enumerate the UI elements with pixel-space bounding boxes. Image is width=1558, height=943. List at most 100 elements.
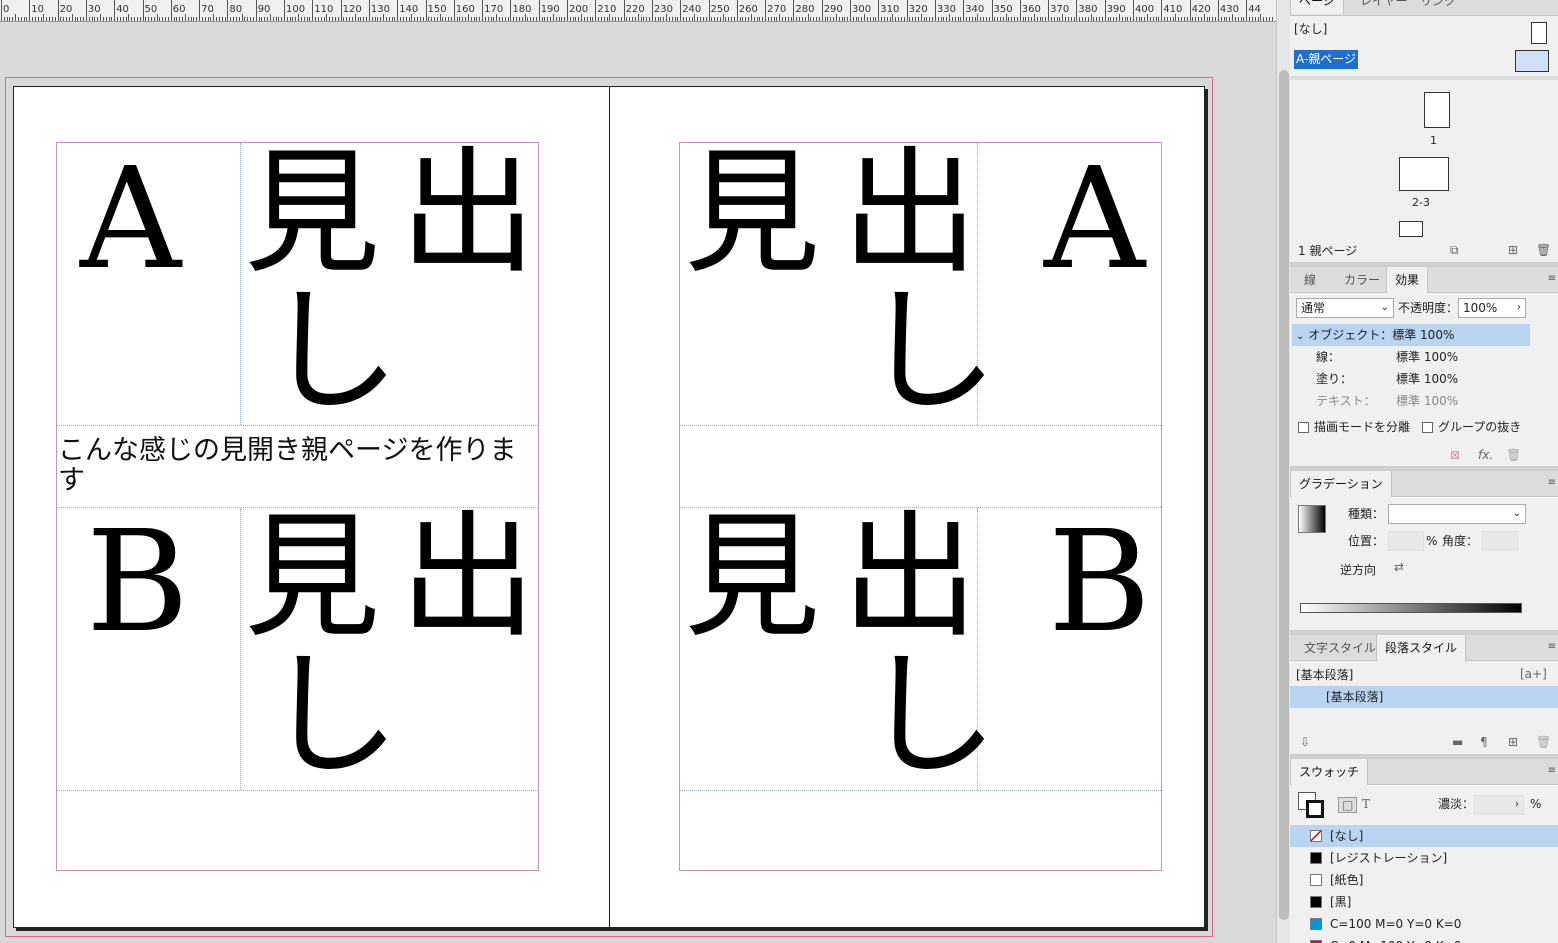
heading-char[interactable]: 出 [400, 146, 536, 282]
letter-a-frame[interactable]: A [80, 150, 181, 290]
panel-menu-icon[interactable]: ≡ [1548, 765, 1556, 776]
style-shortcut-icon[interactable]: [a+] [1520, 667, 1547, 681]
heading-char[interactable]: 出 [400, 510, 536, 646]
heading-char[interactable]: し [862, 284, 998, 420]
horizontal-ruler[interactable]: 0 10 20 30 40 50 60 70 80 90 100 110 120 130 140 150 160… [0, 0, 1276, 22]
reverse-gradient-icon[interactable]: ⇄ [1394, 560, 1404, 574]
heading-char[interactable]: し [862, 648, 998, 784]
swatch-item[interactable]: C=100 M=0 Y=0 K=0 [1290, 913, 1558, 935]
heading-char[interactable]: 見 [244, 146, 380, 282]
create-new-page-icon[interactable]: ⊞ [1508, 243, 1518, 257]
gradient-ramp[interactable] [1300, 603, 1522, 613]
ruler-minor-tick [691, 17, 693, 21]
new-style-group-icon[interactable]: ▬ [1452, 735, 1463, 749]
style-list-item[interactable]: [基本段落] [1290, 686, 1558, 708]
fx-icon[interactable]: fx. [1478, 448, 1493, 462]
effect-row-text[interactable]: テキスト： 標準 100% [1292, 390, 1530, 412]
heading-char[interactable]: し [264, 648, 400, 784]
panel-menu-icon[interactable]: ≡ [1548, 641, 1556, 652]
vertical-scrollbar[interactable] [1276, 0, 1290, 943]
effect-row-value: 標準 100% [1396, 372, 1459, 386]
ruler-minor-tick [997, 17, 999, 21]
parent-page-item[interactable]: A-親ページ [1294, 50, 1359, 69]
clear-overrides-icon[interactable]: ¶ [1480, 735, 1488, 749]
clear-effects-icon[interactable]: ⊠ [1450, 448, 1460, 462]
tab-swatches[interactable]: スウォッチ [1290, 759, 1369, 785]
knockout-group-checkbox[interactable] [1422, 422, 1433, 433]
load-styles-icon[interactable]: ⇩ [1300, 735, 1310, 749]
heading-char[interactable]: 出 [842, 146, 978, 282]
letter-b-frame[interactable]: B [86, 513, 189, 653]
swatch-item[interactable]: [レジストレーション] [1290, 847, 1558, 869]
tab-links[interactable]: リンク [1412, 0, 1464, 14]
effect-row-object[interactable]: ⌄ オブジェクト：標準 100% [1292, 324, 1530, 346]
ruler-minor-tick [91, 17, 93, 21]
ruler-label: 140 [399, 4, 419, 15]
note-text-line[interactable]: こんな感じの見開き親ページを作りま [58, 437, 516, 465]
heading-char[interactable]: 見 [684, 510, 820, 646]
heading-char[interactable]: し [264, 284, 400, 420]
parent-none-item[interactable]: [なし] [1294, 18, 1384, 40]
tab-layers[interactable]: レイヤー [1352, 0, 1416, 14]
delete-style-icon[interactable]: 🗑 [1536, 735, 1551, 749]
ruler-minor-tick [1149, 17, 1151, 21]
tab-paragraph-styles[interactable]: 段落スタイル [1376, 635, 1467, 661]
edit-page-size-icon[interactable]: ⧉ [1450, 243, 1459, 258]
letter-b-frame[interactable]: B [1048, 513, 1151, 653]
effect-row-fill[interactable]: 塗り： 標準 100% [1292, 368, 1530, 390]
scrollbar-thumb[interactable] [1279, 70, 1289, 920]
letter-a-frame[interactable]: A [1044, 150, 1145, 290]
ruler-major-tick [1133, 0, 1134, 21]
panel-menu-icon[interactable]: ≡ [1548, 477, 1556, 488]
ruler-minor-tick [555, 17, 557, 21]
ruler-major-tick [85, 0, 87, 21]
blend-mode-select[interactable]: 通常 ⌄ [1296, 298, 1394, 318]
page-2-3-thumbnail[interactable] [1399, 157, 1449, 191]
gradient-preview-swatch[interactable] [1298, 505, 1326, 533]
formatting-container-icon[interactable]: □ [1338, 797, 1358, 813]
swatch-item[interactable]: [紙色] [1290, 869, 1558, 891]
ruler-minor-tick [94, 17, 96, 21]
swatch-item[interactable]: C=0 M=100 Y=0 K=0 [1290, 935, 1558, 943]
ruler-minor-tick [366, 17, 368, 21]
note-text-line[interactable]: す [58, 467, 85, 495]
isolate-blending-checkbox[interactable] [1298, 422, 1309, 433]
tab-effects[interactable]: 効果 [1386, 267, 1429, 293]
tab-stroke[interactable]: 線 [1296, 267, 1324, 293]
effect-row-value: 標準 100% [1392, 328, 1455, 342]
gradient-type-select[interactable]: ⌄ [1388, 504, 1526, 524]
delete-effect-icon[interactable]: 🗑 [1506, 448, 1521, 462]
gradient-angle-input[interactable] [1482, 531, 1518, 551]
swatch-item[interactable]: [黒] [1290, 891, 1558, 913]
parent-page-thumbnail[interactable] [1515, 50, 1549, 72]
panel-menu-icon[interactable]: ≡ [1548, 273, 1556, 284]
heading-char[interactable]: 見 [684, 146, 820, 282]
formatting-text-icon[interactable]: T [1362, 797, 1370, 811]
ruler-minor-tick [343, 17, 345, 21]
fill-stroke-proxy-icon[interactable] [1298, 792, 1324, 818]
tab-character-styles[interactable]: 文字スタイル [1296, 635, 1384, 661]
opacity-input[interactable]: 100% › [1458, 298, 1526, 318]
heading-char[interactable]: 見 [244, 510, 380, 646]
ruler-minor-tick [391, 17, 393, 21]
tab-color[interactable]: カラー [1336, 267, 1388, 293]
tab-gradient[interactable]: グラデーション [1290, 471, 1392, 497]
page-1-thumbnail[interactable] [1424, 92, 1450, 128]
effect-row-stroke[interactable]: 線： 標準 100% [1292, 346, 1530, 368]
delete-page-icon[interactable]: 🗑 [1536, 243, 1551, 257]
swatch-item[interactable]: [なし] [1290, 825, 1558, 847]
tab-pages[interactable]: ページ [1290, 0, 1344, 14]
ruler-major-tick [1, 0, 2, 21]
gradient-position-input[interactable] [1388, 531, 1424, 551]
ruler-minor-tick [68, 17, 70, 21]
none-page-thumbnail[interactable] [1531, 22, 1547, 44]
heading-char[interactable]: 出 [842, 510, 978, 646]
page-4-thumbnail[interactable] [1399, 221, 1423, 237]
ruler-minor-tick [450, 17, 452, 21]
left-column-guide [240, 143, 241, 425]
ruler-minor-tick [1263, 17, 1265, 21]
create-new-style-icon[interactable]: ⊞ [1508, 735, 1518, 749]
chevron-down-icon: ⌄ [1296, 331, 1305, 342]
ruler-minor-tick [281, 17, 283, 21]
tint-input[interactable]: › [1474, 795, 1524, 815]
